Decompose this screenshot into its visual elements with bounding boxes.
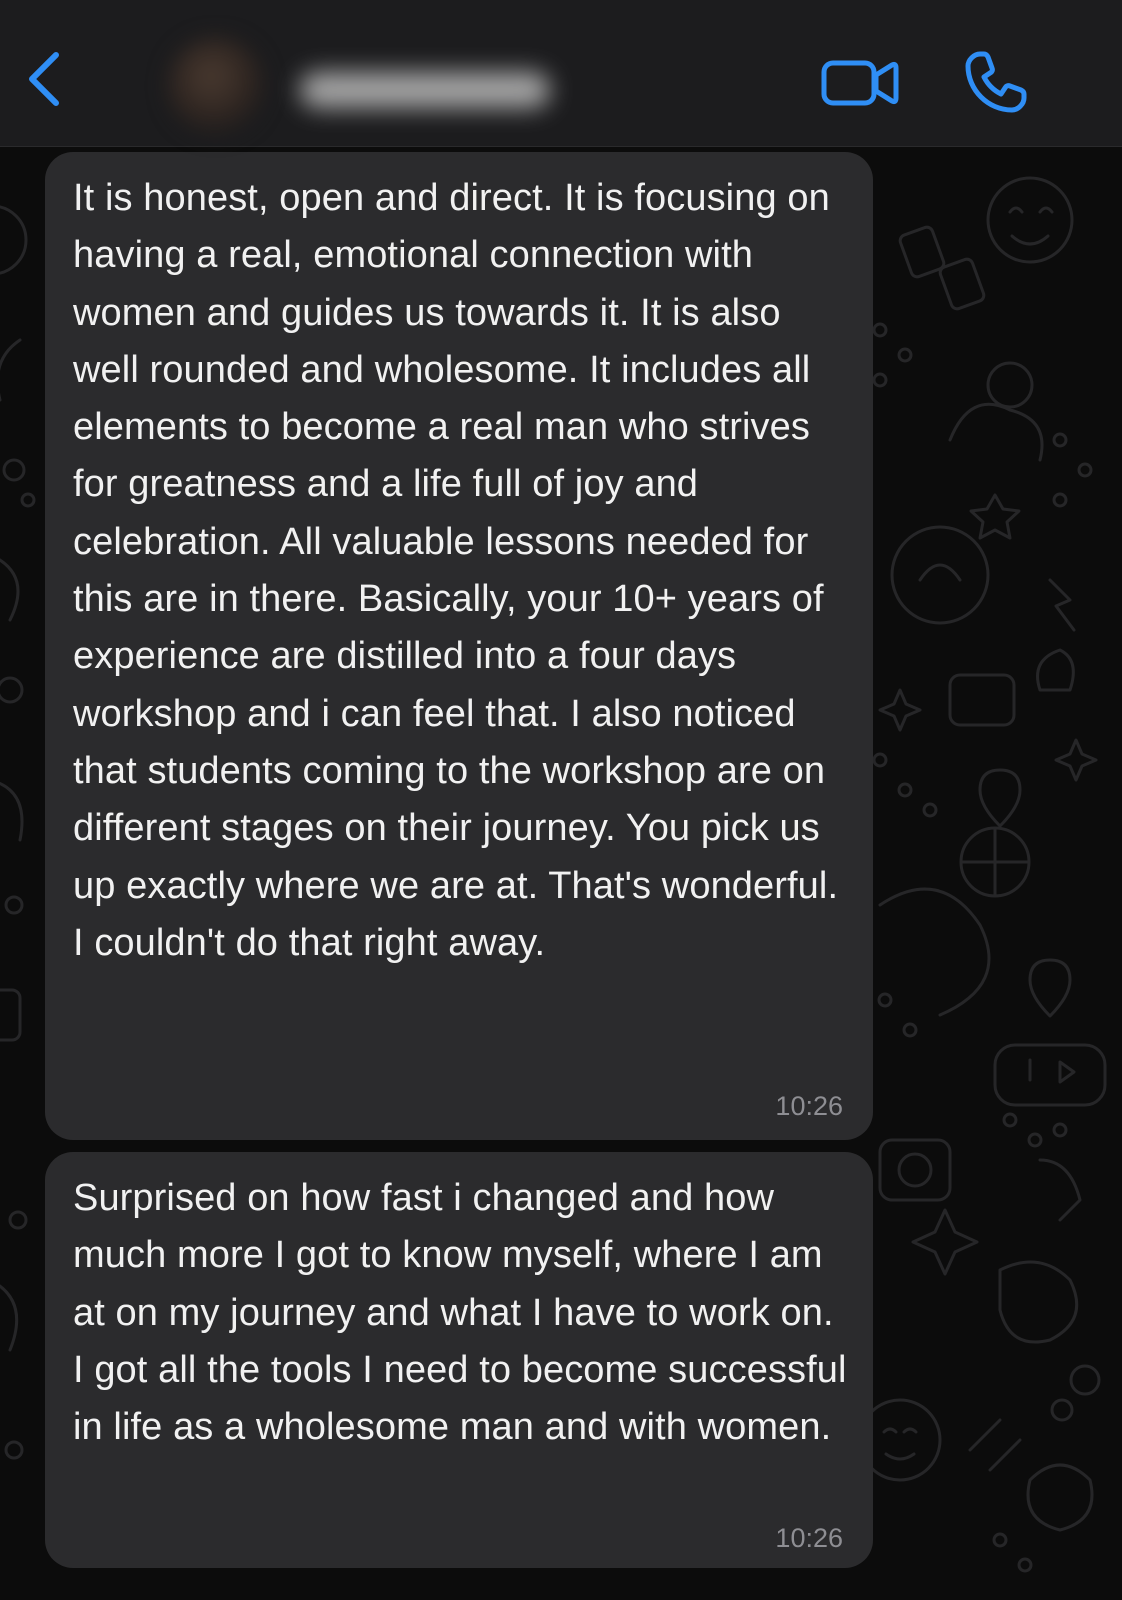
back-button[interactable]: [14, 44, 74, 114]
voice-call-button[interactable]: [955, 45, 1035, 121]
chat-header: [0, 0, 1122, 147]
message-timestamp: 10:26: [775, 1091, 843, 1121]
avatar: [168, 38, 264, 134]
video-camera-icon: [821, 60, 899, 106]
message-timestamp: 10:26: [775, 1523, 843, 1553]
message-bubble[interactable]: Surprised on how fast i changed and how …: [45, 1152, 873, 1568]
message-bubble[interactable]: It is honest, open and direct. It is foc…: [45, 152, 873, 1140]
chevron-left-icon: [29, 52, 59, 106]
video-call-button[interactable]: [815, 48, 905, 118]
contact-info[interactable]: [150, 20, 570, 138]
message-text: It is honest, open and direct. It is foc…: [73, 177, 849, 964]
phone-icon: [965, 51, 1027, 113]
contact-name: [300, 72, 550, 108]
chat-screen: It is honest, open and direct. It is foc…: [0, 0, 1122, 1600]
message-text: Surprised on how fast i changed and how …: [73, 1177, 858, 1449]
